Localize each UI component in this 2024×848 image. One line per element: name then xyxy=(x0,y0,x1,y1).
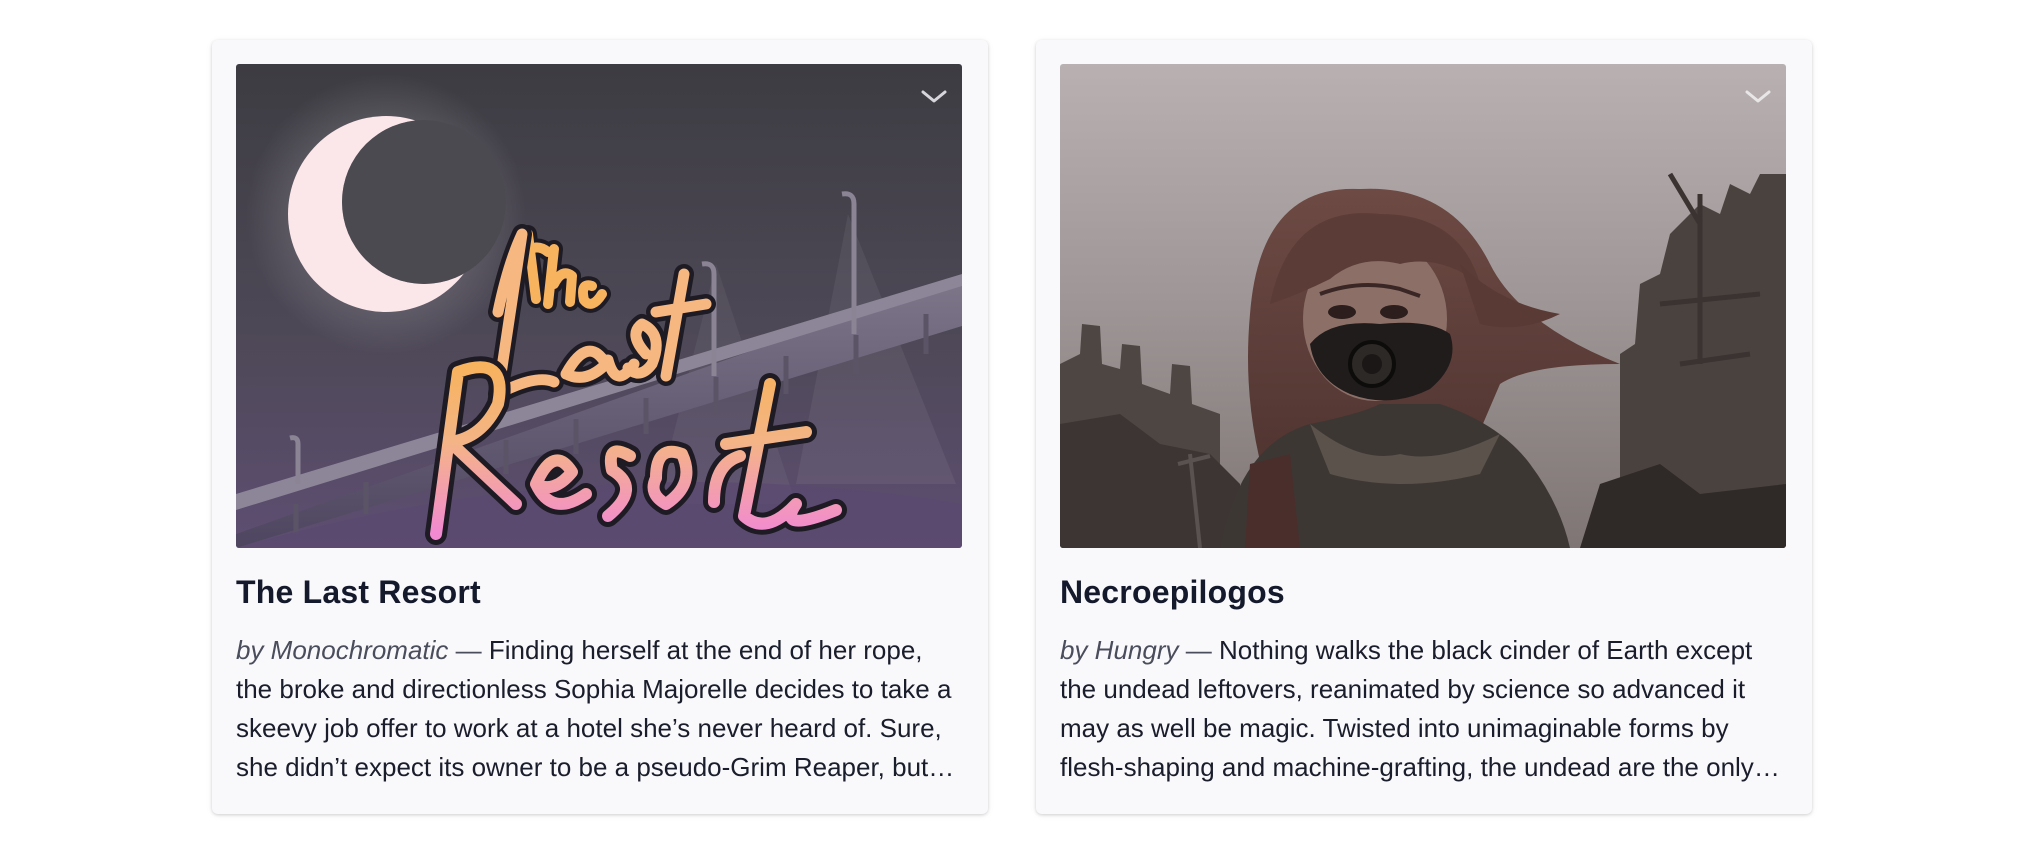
chevron-down-icon[interactable] xyxy=(1744,86,1772,106)
comic-card-the-last-resort[interactable]: The Last Resort by Monochromatic — Findi… xyxy=(212,40,988,814)
comic-author[interactable]: by Monochromatic xyxy=(236,635,448,665)
separator: — xyxy=(1185,635,1212,665)
comic-card-necroepilogos[interactable]: Necroepilogos by Hungry — Nothing walks … xyxy=(1036,40,1812,814)
comic-description: by Hungry — Nothing walks the black cind… xyxy=(1060,631,1788,787)
cover-image[interactable] xyxy=(1060,64,1786,548)
chevron-down-icon[interactable] xyxy=(920,86,948,106)
comic-title[interactable]: The Last Resort xyxy=(236,574,964,611)
separator: — xyxy=(455,635,482,665)
cover-art-the-last-resort xyxy=(236,64,962,548)
comic-description: by Monochromatic — Finding herself at th… xyxy=(236,631,964,787)
comic-grid: The Last Resort by Monochromatic — Findi… xyxy=(0,0,2024,848)
cover-image[interactable] xyxy=(236,64,962,548)
comic-title[interactable]: Necroepilogos xyxy=(1060,574,1788,611)
cover-art-necroepilogos xyxy=(1060,64,1786,548)
comic-author[interactable]: by Hungry xyxy=(1060,635,1179,665)
